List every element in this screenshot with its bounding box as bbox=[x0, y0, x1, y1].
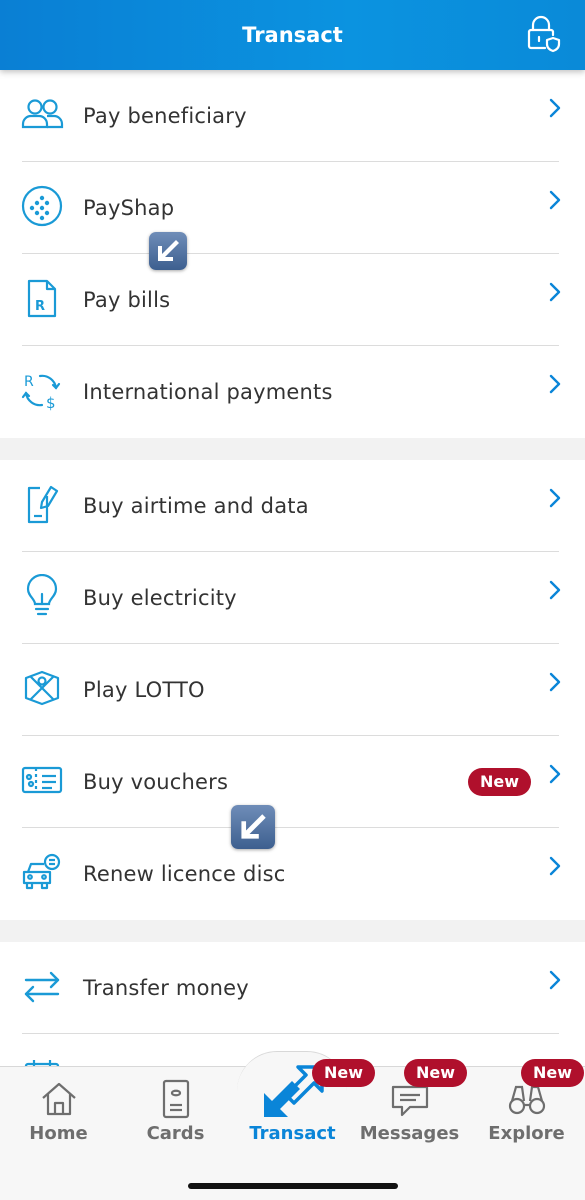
row-pay-beneficiary[interactable]: Pay beneficiary bbox=[0, 70, 585, 162]
payments-section: Pay beneficiary PayShap R Pay bills R $ … bbox=[0, 70, 585, 438]
tab-label: Cards bbox=[146, 1123, 205, 1144]
row-label: Transfer money bbox=[83, 976, 249, 1000]
card-icon bbox=[162, 1079, 189, 1119]
app-header: Transact bbox=[0, 0, 585, 70]
svg-text:R: R bbox=[35, 299, 45, 314]
row-label: International payments bbox=[83, 380, 333, 404]
calendar-icon bbox=[24, 1060, 60, 1066]
people-icon bbox=[21, 99, 64, 129]
arrow-down-left-icon bbox=[241, 814, 266, 839]
transfer-arrows-icon bbox=[24, 971, 60, 1003]
home-icon bbox=[41, 1082, 76, 1116]
tab-label: Messages bbox=[359, 1123, 460, 1144]
row-label: Pay bills bbox=[83, 288, 171, 312]
chevron-right-icon bbox=[549, 970, 561, 990]
overlay-arrow-button[interactable] bbox=[149, 232, 187, 270]
transact-list[interactable]: Pay beneficiary PayShap R Pay bills R $ … bbox=[0, 70, 585, 1066]
home-indicator bbox=[188, 1183, 398, 1189]
chevron-right-icon bbox=[549, 190, 561, 210]
tab-explore[interactable]: Explore New bbox=[468, 1059, 585, 1167]
row-label: PayShap bbox=[83, 196, 175, 220]
chevron-right-icon bbox=[549, 374, 561, 394]
tab-label: Transact bbox=[249, 1123, 336, 1144]
tab-transact[interactable]: Transact New bbox=[234, 1059, 376, 1167]
voucher-icon bbox=[21, 766, 63, 794]
row-label: Buy airtime and data bbox=[83, 494, 309, 518]
row-label: Pay beneficiary bbox=[83, 104, 247, 128]
row-label: Buy electricity bbox=[83, 586, 237, 610]
tab-cards[interactable]: Cards bbox=[117, 1067, 234, 1167]
row-play-lotto[interactable]: Play LOTTO bbox=[0, 644, 585, 736]
chevron-right-icon bbox=[549, 856, 561, 876]
payshap-icon bbox=[21, 185, 63, 227]
bottom-tab-bar: Home Cards Transact New Messages New Exp… bbox=[0, 1051, 585, 1200]
row-label: Renew licence disc bbox=[83, 862, 286, 886]
chevron-right-icon bbox=[549, 488, 561, 508]
row-buy-airtime[interactable]: Buy airtime and data bbox=[0, 460, 585, 552]
phone-edit-icon bbox=[27, 485, 59, 524]
row-buy-electricity[interactable]: Buy electricity bbox=[0, 552, 585, 644]
svg-text:$: $ bbox=[46, 394, 56, 412]
new-badge: New bbox=[404, 1059, 468, 1087]
car-icon bbox=[22, 853, 61, 890]
chevron-right-icon bbox=[549, 672, 561, 692]
row-label: Buy vouchers bbox=[83, 770, 229, 794]
bill-icon: R bbox=[27, 279, 57, 318]
row-transfer-money[interactable]: Transfer money bbox=[0, 942, 585, 1034]
row-pay-bills[interactable]: R Pay bills bbox=[0, 254, 585, 346]
row-buy-vouchers[interactable]: Buy vouchers New bbox=[0, 736, 585, 828]
currency-exchange-icon: R $ bbox=[21, 374, 61, 412]
purchases-section: Buy airtime and data Buy electricity Pla… bbox=[0, 460, 585, 920]
row-international-payments[interactable]: R $ International payments bbox=[0, 346, 585, 438]
page-title: Transact bbox=[242, 23, 343, 47]
tab-label: Explore bbox=[488, 1123, 565, 1144]
lock-shield-icon[interactable] bbox=[523, 14, 563, 54]
bulb-icon bbox=[26, 574, 58, 616]
chevron-right-icon bbox=[549, 764, 561, 784]
lotto-icon bbox=[24, 670, 60, 706]
transfers-section: Transfer money bbox=[0, 942, 585, 1066]
new-badge: New bbox=[521, 1059, 585, 1087]
row-label: Play LOTTO bbox=[83, 678, 205, 702]
chevron-right-icon bbox=[549, 282, 561, 302]
chevron-right-icon bbox=[549, 580, 561, 600]
tab-home[interactable]: Home bbox=[0, 1067, 117, 1167]
svg-text:R: R bbox=[24, 374, 34, 390]
chevron-right-icon bbox=[549, 98, 561, 118]
row-payshap[interactable]: PayShap bbox=[0, 162, 585, 254]
tab-label: Home bbox=[29, 1123, 88, 1144]
row-renew-licence[interactable]: Renew licence disc bbox=[0, 828, 585, 920]
arrow-down-left-icon bbox=[158, 240, 179, 261]
new-badge: New bbox=[467, 768, 531, 796]
overlay-arrow-button[interactable] bbox=[231, 805, 275, 849]
tab-messages[interactable]: Messages New bbox=[351, 1059, 468, 1167]
